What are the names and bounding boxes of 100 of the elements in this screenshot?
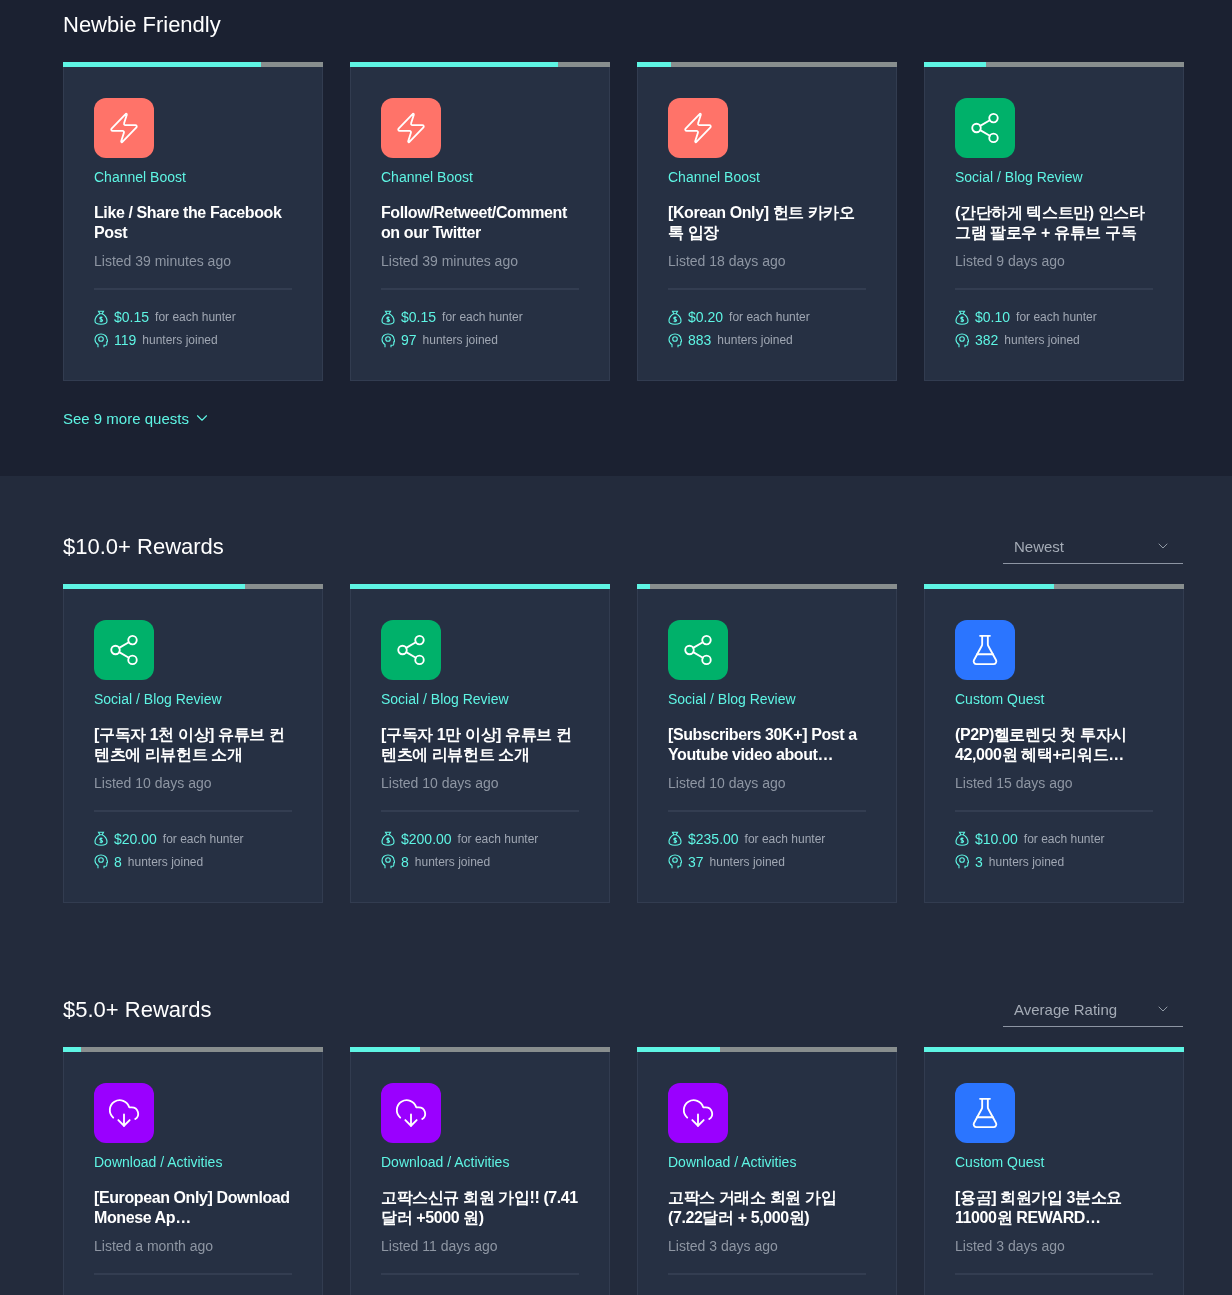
reward-label: for each hunter bbox=[729, 310, 810, 324]
money-bag-icon bbox=[668, 831, 682, 846]
quest-card[interactable]: Download / Activities 고팍스신규 회원 가입!! (7.41달러 +5000 원) Listed 11 days ago bbox=[350, 1046, 610, 1295]
head-icon bbox=[955, 332, 969, 348]
quest-card[interactable]: Channel Boost [Korean Only] 헌트 카카오톡 입장 Listed 18 days ago $0.20 for each hunter 883 hunters joined bbox=[637, 62, 897, 381]
hunter-label: hunters joined bbox=[1004, 333, 1080, 347]
money-bag-icon bbox=[955, 831, 969, 846]
reward-amount: $200.00 bbox=[401, 830, 452, 847]
quest-card[interactable]: Social / Blog Review [Subscribers 30K+] Post a Youtube video about… Listed 10 days ago $235.00 for each hunter 37 hunters joined bbox=[637, 583, 897, 903]
quest-card[interactable]: Channel Boost Like / Share the Facebook Post Listed 39 minutes ago $0.15 for each hunter 119 hunters joined bbox=[63, 62, 323, 381]
quest-category: Social / Blog Review bbox=[668, 690, 797, 707]
money-bag-icon bbox=[668, 309, 682, 325]
head-icon bbox=[94, 854, 108, 869]
hunter-count: 382 bbox=[975, 332, 999, 348]
money-bag-icon bbox=[94, 831, 108, 846]
share-icon bbox=[107, 632, 141, 667]
quest-category: Download / Activities bbox=[94, 1153, 224, 1170]
hunter-count: 8 bbox=[401, 853, 409, 870]
quest-category: Channel Boost bbox=[381, 169, 474, 185]
quest-title: [구독자 1천 이상] 유튜브 컨텐츠에 리뷰헌트 소개 bbox=[94, 724, 286, 765]
hunter-label: hunters joined bbox=[988, 854, 1065, 869]
quest-title: 고팍스신규 회원 가입!! (7.41달러 +5000 원) bbox=[381, 1187, 579, 1228]
quest-card[interactable]: Social / Blog Review [구독자 1천 이상] 유튜브 컨텐츠에 리뷰헌트 소개 Listed 10 days ago $20.00 for each hunter 8 hunters joined bbox=[63, 583, 323, 903]
listed-time: Listed 10 days ago bbox=[668, 774, 787, 791]
quest-category: Channel Boost bbox=[94, 169, 187, 185]
quest-title: Like / Share the Facebook Post bbox=[94, 203, 283, 243]
hunter-count: 883 bbox=[688, 332, 712, 348]
head-icon bbox=[381, 854, 395, 869]
see-more-link[interactable]: See 9 more quests bbox=[63, 409, 211, 427]
quest-category: Channel Boost bbox=[668, 169, 761, 185]
hunter-count: 8 bbox=[114, 853, 122, 870]
money-bag-icon bbox=[381, 309, 395, 325]
reward-label: for each hunter bbox=[162, 831, 244, 846]
money-bag-icon bbox=[381, 831, 395, 846]
hunter-label: hunters joined bbox=[127, 854, 204, 869]
quest-title: (P2P)헬로렌딧 첫 투자시 42,000원 혜택+리워드… bbox=[955, 724, 1128, 765]
listed-time: Listed 9 days ago bbox=[955, 253, 1066, 269]
lightning-icon bbox=[107, 111, 141, 145]
section-title: $5.0+ Rewards bbox=[63, 996, 212, 1023]
money-bag-icon bbox=[955, 309, 969, 325]
listed-time: Listed a month ago bbox=[94, 1237, 215, 1254]
hunter-label: hunters joined bbox=[142, 333, 218, 347]
quest-category: Social / Blog Review bbox=[381, 690, 510, 707]
hunter-count: 97 bbox=[401, 332, 417, 348]
section-title: Newbie Friendly bbox=[63, 12, 221, 38]
section-title: $10.0+ Rewards bbox=[63, 533, 224, 560]
quest-title: [Korean Only] 헌트 카카오톡 입장 bbox=[668, 203, 856, 243]
sort-dropdown[interactable]: Newest bbox=[1003, 529, 1183, 564]
money-bag-icon bbox=[94, 309, 108, 325]
quest-title: 고팍스 거래소 회원 가입 (7.22달러 + 5,000원) bbox=[668, 1187, 838, 1228]
head-icon bbox=[381, 332, 395, 348]
quest-card[interactable]: Social / Blog Review (간단하게 텍스트만) 인스타그램 팔로우 + 유튜브 구독 Listed 9 days ago $0.10 for each hunter 382 hunters joined bbox=[924, 62, 1184, 381]
reward-amount: $235.00 bbox=[688, 830, 739, 847]
quest-category: Custom Quest bbox=[955, 1153, 1046, 1170]
head-icon bbox=[668, 332, 682, 348]
hunter-count: 119 bbox=[114, 332, 137, 348]
hunter-count: 3 bbox=[975, 853, 983, 870]
reward-label: for each hunter bbox=[457, 831, 539, 846]
listed-time: Listed 11 days ago bbox=[381, 1237, 499, 1254]
reward-label: for each hunter bbox=[1023, 831, 1105, 846]
quest-card[interactable]: Download / Activities 고팍스 거래소 회원 가입 (7.22달러 + 5,000원) Listed 3 days ago bbox=[637, 1046, 897, 1295]
hunter-count: 37 bbox=[688, 853, 704, 870]
quest-title: [용곰] 회원가입 3분소요 11000원 REWARD… bbox=[955, 1187, 1123, 1228]
quest-title: [Subscribers 30K+] Post a Youtube video about… bbox=[668, 724, 859, 765]
reward-label: for each hunter bbox=[442, 310, 523, 324]
listed-time: Listed 15 days ago bbox=[955, 774, 1074, 791]
listed-time: Listed 18 days ago bbox=[668, 253, 787, 269]
reward-amount: $0.15 bbox=[401, 309, 437, 325]
quest-title: (간단하게 텍스트만) 인스타그램 팔로우 + 유튜브 구독 bbox=[955, 203, 1146, 243]
head-icon bbox=[955, 854, 969, 869]
listed-time: Listed 39 minutes ago bbox=[381, 253, 519, 269]
head-icon bbox=[94, 332, 108, 348]
quest-category: Download / Activities bbox=[668, 1153, 798, 1170]
quest-title: Follow/Retweet/Comment on our Twitter bbox=[381, 203, 568, 243]
quest-card[interactable]: Download / Activities [European Only] Download Monese Ap… Listed a month ago bbox=[63, 1046, 323, 1295]
reward-amount: $0.15 bbox=[114, 309, 150, 325]
quest-category: Social / Blog Review bbox=[955, 169, 1084, 185]
share-icon bbox=[681, 632, 715, 667]
quest-title: [European Only] Download Monese Ap… bbox=[94, 1187, 291, 1228]
reward-amount: $0.20 bbox=[688, 309, 724, 325]
listed-time: Listed 39 minutes ago bbox=[94, 253, 232, 269]
quest-card[interactable]: Social / Blog Review [구독자 1만 이상] 유튜브 컨텐츠에 리뷰헌트 소개 Listed 10 days ago $200.00 for each hunter 8 hunters joined bbox=[350, 583, 610, 903]
head-icon bbox=[668, 854, 682, 869]
listed-time: Listed 10 days ago bbox=[94, 774, 213, 791]
reward-amount: $0.10 bbox=[975, 309, 1011, 325]
reward-label: for each hunter bbox=[155, 310, 236, 324]
lightning-icon bbox=[394, 111, 428, 145]
listed-time: Listed 3 days ago bbox=[955, 1237, 1066, 1254]
hunter-label: hunters joined bbox=[717, 333, 793, 347]
share-icon bbox=[394, 632, 428, 667]
quest-card[interactable]: Custom Quest (P2P)헬로렌딧 첫 투자시 42,000원 혜택+리워드… Listed 15 days ago $10.00 for each hunter 3 hunters joined bbox=[924, 583, 1184, 903]
quest-card[interactable]: Channel Boost Follow/Retweet/Comment on our Twitter Listed 39 minutes ago $0.15 for each hunter 97 hunters joined bbox=[350, 62, 610, 381]
reward-amount: $20.00 bbox=[114, 830, 157, 847]
reward-label: for each hunter bbox=[1016, 310, 1097, 324]
quest-card[interactable]: Custom Quest [용곰] 회원가입 3분소요 11000원 REWARD… Listed 3 days ago bbox=[924, 1046, 1184, 1295]
listed-time: Listed 3 days ago bbox=[668, 1237, 779, 1254]
sort-dropdown[interactable]: Average Rating bbox=[1003, 992, 1183, 1027]
hunter-label: hunters joined bbox=[709, 854, 785, 869]
reward-label: for each hunter bbox=[744, 831, 826, 846]
quest-category: Download / Activities bbox=[381, 1153, 511, 1170]
